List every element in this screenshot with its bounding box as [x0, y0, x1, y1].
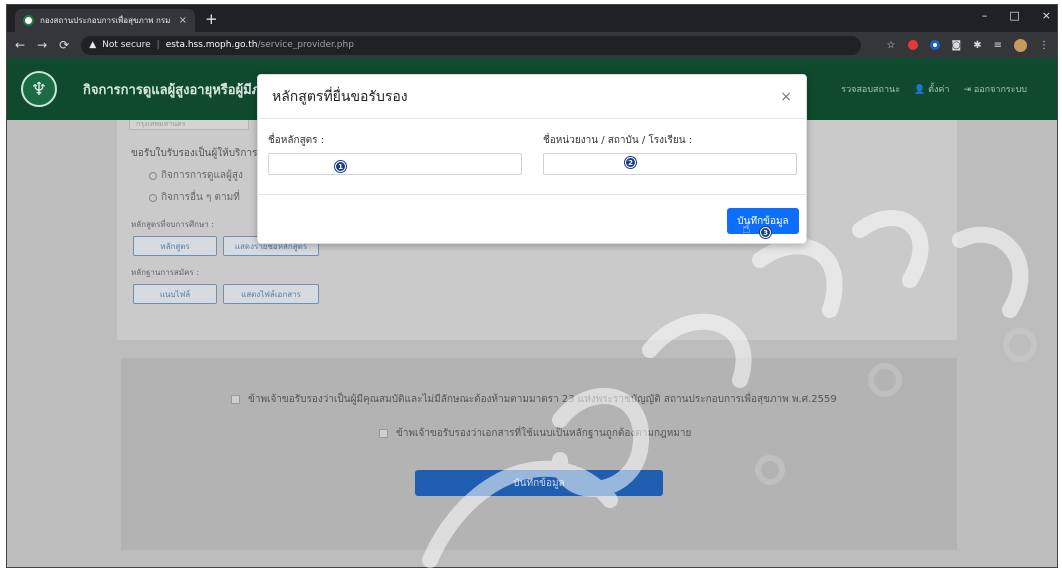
forward-arrow-icon[interactable]: → — [37, 38, 47, 52]
tab-title: กองสถานประกอบการเพื่อสุขภาพ กรม — [40, 16, 171, 25]
nav-logout[interactable]: ⇥ ออกจากระบบ — [963, 82, 1027, 96]
modal-title: หลักสูตรที่ยื่นขอรับรอง — [272, 88, 408, 105]
checkbox[interactable] — [379, 429, 388, 438]
org-label: ชื่อหน่วยงาน / สถาบัน / โรงเรียน : — [543, 135, 693, 146]
window-controls: – □ × — [982, 9, 1051, 22]
user-gear-icon: 👤 — [914, 85, 929, 95]
browser-tab-strip: กองสถานประกอบการเพื่อสุขภาพ กรม × + – □ … — [7, 5, 1057, 32]
radio-button[interactable] — [149, 171, 157, 180]
checkbox[interactable] — [231, 395, 240, 404]
course-button[interactable]: หลักสูตร — [133, 236, 217, 256]
step-marker-1: 1 — [335, 161, 346, 172]
navbar-links: รวจสอบสถานะ 👤 ตั้งค่า ⇥ ออกจากระบบ — [841, 82, 1027, 96]
course-label: หลักสูตรที่จบการศึกษา : — [131, 220, 214, 229]
menu-kebab-icon[interactable]: ⋮ — [1039, 40, 1049, 51]
browser-toolbar: ← → ⟳ ▲ Not secure | esta.hss.moph.go.th… — [7, 32, 1057, 58]
address-url: esta.hss.moph.go.th/service_provider.php — [165, 40, 354, 50]
tab-close-icon[interactable]: × — [179, 15, 187, 26]
consent-qualification[interactable]: ข้าพเจ้าขอรับรองว่าเป็นผู้มีคุณสมบัติและ… — [231, 392, 837, 407]
address-separator: | — [156, 40, 160, 50]
step-marker-2: 2 — [625, 157, 636, 168]
attach-file-button[interactable]: แนบไฟล์ — [133, 284, 217, 304]
course-modal: หลักสูตรที่ยื่นขอรับรอง × ชื่อหลักสูตร :… — [257, 74, 807, 244]
nav-settings[interactable]: 👤 ตั้งค่า — [914, 82, 949, 96]
new-tab-button[interactable]: + — [205, 10, 218, 28]
profile-avatar-icon[interactable] — [1014, 38, 1027, 52]
extension-blue-icon[interactable] — [929, 40, 940, 50]
security-label: Not secure — [102, 40, 151, 50]
save-button[interactable]: บันทึกข้อมูล — [415, 470, 663, 496]
camera-icon[interactable]: ◙ — [952, 40, 962, 51]
extension-icons: ☆ ◙ ✱ ≡ ⋮ — [887, 38, 1049, 52]
modal-header: หลักสูตรที่ยื่นขอรับรอง × — [258, 75, 806, 119]
course-name-input[interactable] — [268, 153, 522, 175]
puzzle-icon[interactable]: ✱ — [973, 40, 981, 51]
browser-tab[interactable]: กองสถานประกอบการเพื่อสุขภาพ กรม × — [15, 9, 195, 32]
modal-body: ชื่อหลักสูตร : ชื่อหน่วยงาน / สถาบัน / โ… — [258, 119, 806, 195]
logout-icon: ⇥ — [963, 85, 974, 95]
course-name-label: ชื่อหลักสูตร : — [268, 135, 325, 146]
org-input[interactable] — [543, 153, 797, 175]
radio-elderly-care[interactable]: กิจการการดูแลผู้สูง — [149, 168, 243, 183]
maximize-button[interactable]: □ — [1009, 9, 1019, 22]
request-label: ขอรับใบรับรองเป็นผู้ให้บริการ — [131, 148, 258, 159]
radio-button[interactable] — [149, 193, 157, 202]
hand-cursor-icon: ☝ — [742, 221, 751, 237]
warning-triangle-icon: ▲ — [89, 40, 97, 50]
consent-card: ข้าพเจ้าขอรับรองว่าเป็นผู้มีคุณสมบัติและ… — [121, 358, 957, 550]
reading-list-icon[interactable]: ≡ — [994, 40, 1002, 51]
evidence-label: หลักฐานการสมัคร : — [131, 268, 200, 277]
nav-check-status[interactable]: รวจสอบสถานะ — [841, 82, 900, 96]
site-brand: กิจการการดูแลผู้สูงอายุหรือผู้มีภา — [83, 82, 268, 98]
step-marker-3: 3 — [760, 227, 771, 238]
radio-other-business[interactable]: กิจการอื่น ๆ ตามที่ — [149, 190, 240, 205]
show-documents-button[interactable]: แสดงไฟล์เอกสาร — [223, 284, 319, 304]
ministry-logo-icon: ♆ — [21, 71, 57, 107]
window-close-button[interactable]: × — [1042, 9, 1051, 22]
minimize-button[interactable]: – — [982, 9, 988, 22]
bookmark-star-icon[interactable]: ☆ — [887, 40, 896, 51]
consent-documents[interactable]: ข้าพเจ้าขอรับรองว่าเอกสารที่ใช้แนบเป็นหล… — [379, 426, 691, 441]
site-favicon-icon — [23, 15, 34, 26]
extension-red-icon[interactable] — [907, 40, 918, 50]
modal-close-icon[interactable]: × — [780, 89, 792, 105]
address-bar[interactable]: ▲ Not secure | esta.hss.moph.go.th/servi… — [81, 35, 862, 55]
province-input[interactable]: กรุงเทพมหานคร — [129, 120, 249, 130]
reload-icon[interactable]: ⟳ — [59, 38, 69, 52]
back-arrow-icon[interactable]: ← — [15, 38, 25, 52]
